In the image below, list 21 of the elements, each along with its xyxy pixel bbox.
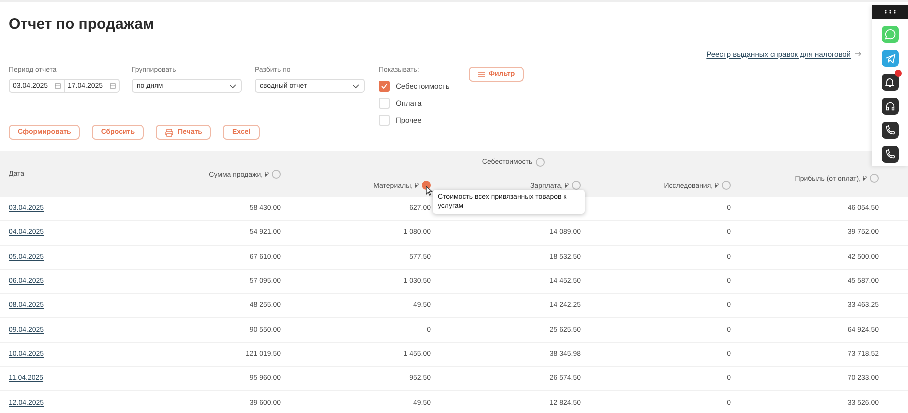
printer-icon [165, 128, 174, 136]
calendar-icon [55, 83, 61, 89]
chevron-down-icon [229, 84, 237, 88]
side-button[interactable] [882, 146, 898, 163]
page-title: Отчет по продажам [9, 16, 156, 33]
panel-header[interactable] [872, 5, 908, 19]
chevron-down-icon [352, 84, 360, 88]
phone-icon [884, 149, 896, 160]
cursor-icon [426, 186, 433, 196]
sliders-icon [478, 71, 485, 78]
phone-icon [884, 125, 896, 136]
paper-plane-icon [884, 53, 896, 64]
checkbox[interactable] [379, 80, 390, 92]
calendar-icon [110, 83, 116, 89]
dots-icon [884, 10, 896, 14]
side-button[interactable] [882, 98, 898, 115]
chat-bubble-icon [884, 29, 896, 40]
bell-icon [885, 77, 895, 88]
headset-icon [884, 101, 896, 112]
arrow-right-icon [855, 51, 862, 57]
side-button[interactable] [882, 122, 898, 139]
